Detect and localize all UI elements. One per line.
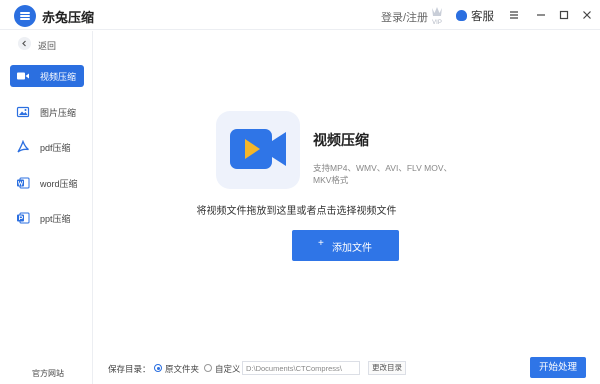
image-icon: [16, 106, 30, 118]
save-directory-label: 保存目录：: [108, 364, 151, 374]
sidebar-item-label: ppt压缩: [40, 214, 71, 224]
sidebar-item-image[interactable]: 图片压缩: [10, 101, 84, 123]
sidebar-item-label: pdf压缩: [40, 143, 71, 153]
sidebar-item-word[interactable]: word压缩: [10, 172, 84, 194]
video-play-icon: [230, 129, 286, 169]
word-icon: [17, 177, 30, 189]
sidebar: 返回 视频压缩 图片压缩 pdf压缩 word压缩 ppt压缩 官方网站: [0, 31, 93, 384]
headset-icon: [456, 10, 467, 21]
drop-hint-text: 将视频文件拖放到这里或者点击选择视频文件: [196, 206, 397, 217]
support-label: 客服: [471, 11, 494, 23]
title-bar: 赤兔压缩 登录/注册 VIP 客服: [0, 0, 600, 30]
radio-custom-label: 自定义: [215, 364, 241, 374]
drop-zone[interactable]: 视频压缩 支持MP4、WMV、AVI、FLV MOV、MKV格式 将视频文件拖放…: [94, 31, 600, 353]
video-camera-icon: [17, 72, 29, 80]
app-logo-icon: [14, 5, 36, 27]
ppt-icon: [17, 212, 30, 224]
change-directory-button[interactable]: 更改目录: [368, 361, 406, 375]
bottom-bar: 保存目录： 原文件夹 自定义 更改目录 开始处理: [94, 353, 600, 384]
radio-source-folder-label: 原文件夹: [165, 364, 200, 374]
add-file-label: 添加文件: [332, 243, 372, 254]
sidebar-item-label: 图片压缩: [40, 108, 77, 118]
supported-formats-text: 支持MP4、WMV、AVI、FLV MOV、MKV格式: [313, 163, 453, 185]
vip-icon[interactable]: VIP: [430, 4, 444, 26]
minimize-icon[interactable]: [533, 7, 549, 23]
back-label: 返回: [38, 41, 57, 51]
sidebar-item-label: word压缩: [40, 179, 78, 189]
login-register-link[interactable]: 登录/注册: [381, 9, 428, 25]
close-icon[interactable]: [579, 7, 595, 23]
plus-icon: +: [318, 238, 324, 249]
menu-icon[interactable]: [506, 7, 522, 23]
chevron-left-icon: [18, 37, 31, 50]
vip-label: VIP: [432, 20, 442, 26]
radio-custom[interactable]: [204, 364, 212, 372]
maximize-icon[interactable]: [556, 7, 572, 23]
pdf-icon: [17, 140, 29, 153]
sidebar-item-video[interactable]: 视频压缩: [10, 65, 84, 87]
start-processing-button[interactable]: 开始处理: [530, 357, 586, 378]
video-thumbnail-icon: [216, 111, 300, 189]
radio-source-folder[interactable]: [154, 364, 162, 372]
official-website-link[interactable]: 官方网站: [32, 368, 64, 379]
save-path-field[interactable]: [242, 361, 360, 375]
sidebar-item-ppt[interactable]: ppt压缩: [10, 207, 84, 229]
sidebar-item-label: 视频压缩: [40, 72, 77, 82]
sidebar-item-pdf[interactable]: pdf压缩: [10, 136, 84, 158]
add-file-button[interactable]: + 添加文件: [292, 230, 399, 261]
drop-zone-title: 视频压缩: [313, 132, 369, 148]
app-title: 赤兔压缩: [42, 10, 95, 25]
support-button[interactable]: 客服: [456, 8, 494, 24]
